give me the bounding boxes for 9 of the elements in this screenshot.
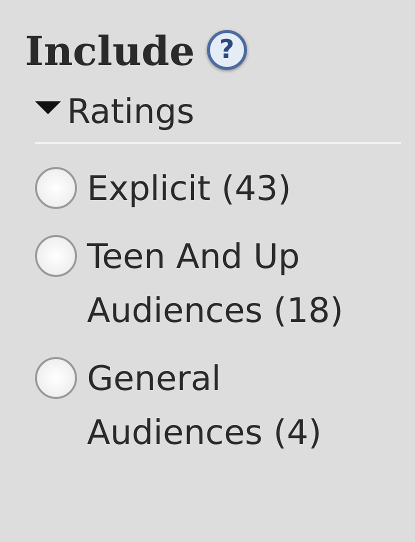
radio-button[interactable] [35,235,77,277]
help-button[interactable]: ? [206,30,247,70]
option-label: Teen And Up Audiences (18) [87,236,344,333]
option-label: Explicit (43) [87,168,292,211]
option-label: General Audiences (4) [87,358,323,455]
ratings-toggle[interactable]: Ratings [35,86,401,144]
section-title: Include [25,27,195,77]
radio-button[interactable] [35,167,77,209]
radio-button[interactable] [35,357,77,399]
